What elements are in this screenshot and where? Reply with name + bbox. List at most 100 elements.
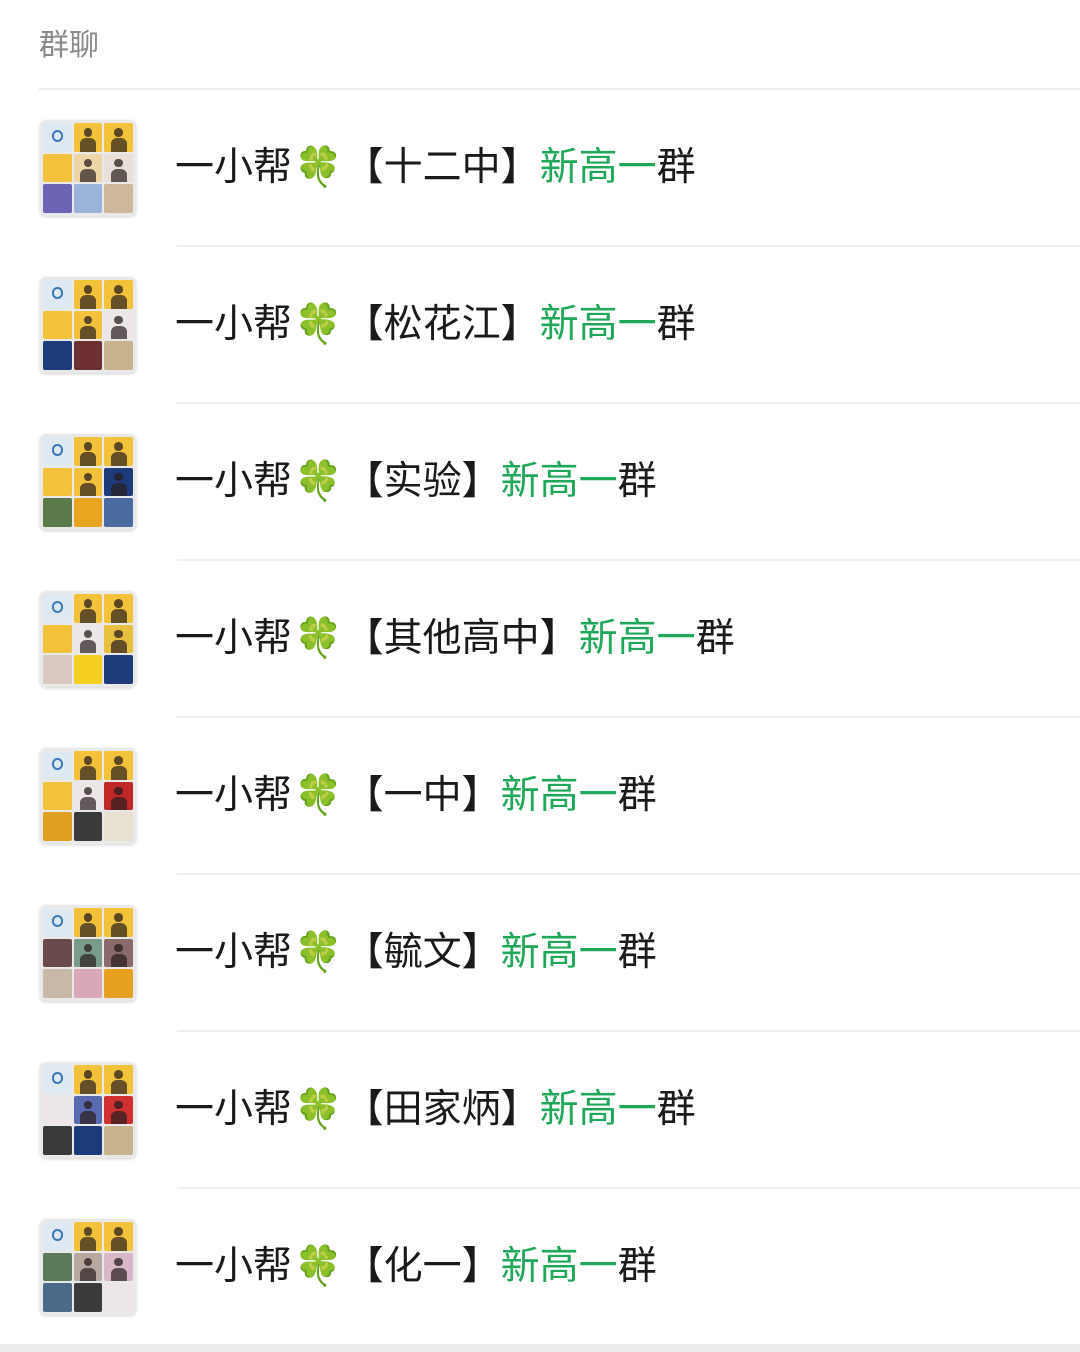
member-avatar — [104, 341, 133, 370]
clover-icon: 🍀 — [294, 1244, 343, 1289]
member-avatar — [73, 812, 103, 841]
member-avatar — [73, 123, 103, 152]
group-name: 一小帮🍀【十二中】新高一群 — [175, 143, 696, 193]
group-logo-icon — [43, 1222, 72, 1251]
member-avatar — [73, 153, 103, 183]
group-name-tail: 群 — [617, 1244, 657, 1289]
member-avatar — [104, 467, 133, 497]
member-avatar — [43, 467, 72, 497]
group-chat-item[interactable]: 一小帮🍀【毓文】新高一群 — [0, 875, 1080, 1032]
member-avatar — [43, 1252, 72, 1282]
member-avatar — [43, 812, 72, 841]
bottom-divider — [0, 1344, 1080, 1352]
member-avatar — [104, 310, 133, 340]
member-avatar — [73, 280, 103, 309]
group-name-prefix: 一小帮 — [175, 773, 293, 818]
group-name: 一小帮🍀【一中】新高一群 — [175, 771, 657, 821]
member-avatar — [104, 1065, 133, 1094]
chat-list-page: 群聊 一小帮🍀【十二中】新高一群 一小帮🍀【松花江】新高一群 一小帮🍀【实验】新高一… — [0, 0, 1080, 1352]
group-chat-item[interactable]: 一小帮🍀【十二中】新高一群 — [0, 90, 1080, 247]
member-avatar — [73, 908, 103, 937]
group-name-tail: 群 — [617, 459, 657, 504]
group-name-school: 【一中】 — [344, 773, 501, 818]
member-avatar — [43, 969, 72, 998]
group-name: 一小帮🍀【其他高中】新高一群 — [175, 614, 735, 664]
member-avatar — [104, 938, 133, 968]
member-avatar — [73, 1283, 103, 1312]
member-avatar — [73, 341, 103, 370]
member-avatar — [104, 498, 133, 527]
clover-icon: 🍀 — [294, 145, 343, 190]
member-avatar — [43, 184, 72, 213]
group-name-school: 【十二中】 — [344, 145, 540, 190]
group-chat-item[interactable]: 一小帮🍀【田家炳】新高一群 — [0, 1032, 1080, 1189]
group-avatar — [40, 591, 136, 687]
clover-icon: 🍀 — [294, 616, 343, 661]
member-avatar — [104, 153, 133, 183]
group-name-tail: 群 — [656, 302, 696, 347]
member-avatar — [43, 781, 72, 811]
group-chat-item[interactable]: 一小帮🍀【实验】新高一群 — [0, 404, 1080, 561]
member-avatar — [104, 1095, 133, 1125]
group-chat-item[interactable]: 一小帮🍀【松花江】新高一群 — [0, 247, 1080, 404]
group-chat-item[interactable]: 一小帮🍀【化一】新高一群 — [0, 1189, 1080, 1346]
member-avatar — [104, 1283, 133, 1312]
member-avatar — [73, 498, 103, 527]
group-logo-icon — [43, 1065, 72, 1094]
member-avatar — [104, 969, 133, 998]
group-name: 一小帮🍀【松花江】新高一群 — [175, 300, 696, 350]
member-avatar — [104, 437, 133, 466]
group-name-tail: 群 — [617, 930, 657, 975]
clover-icon: 🍀 — [294, 459, 343, 504]
section-header: 群聊 — [39, 0, 1080, 90]
group-name-school: 【实验】 — [344, 459, 501, 504]
member-avatar — [104, 1252, 133, 1282]
group-avatar — [40, 1219, 136, 1315]
group-name: 一小帮🍀【实验】新高一群 — [175, 457, 657, 507]
member-avatar — [73, 1126, 103, 1155]
member-avatar — [104, 781, 133, 811]
member-avatar — [73, 1095, 103, 1125]
clover-icon: 🍀 — [294, 302, 343, 347]
member-avatar — [104, 123, 133, 152]
member-avatar — [104, 184, 133, 213]
group-name-prefix: 一小帮 — [175, 145, 293, 190]
group-name-school: 【其他高中】 — [344, 616, 579, 661]
member-avatar — [73, 1252, 103, 1282]
member-avatar — [73, 1065, 103, 1094]
group-name-grade: 新高一 — [500, 930, 618, 975]
member-avatar — [43, 1095, 72, 1125]
member-avatar — [104, 812, 133, 841]
member-avatar — [104, 655, 133, 684]
group-logo-icon — [43, 123, 72, 152]
group-name: 一小帮🍀【田家炳】新高一群 — [175, 1085, 696, 1135]
group-name-tail: 群 — [656, 1087, 696, 1132]
group-name-prefix: 一小帮 — [175, 616, 293, 661]
member-avatar — [43, 310, 72, 340]
member-avatar — [43, 341, 72, 370]
member-avatar — [43, 938, 72, 968]
group-logo-icon — [43, 594, 72, 623]
group-name-tail: 群 — [656, 145, 696, 190]
group-name-prefix: 一小帮 — [175, 302, 293, 347]
member-avatar — [73, 437, 103, 466]
group-name-grade: 新高一 — [539, 302, 657, 347]
member-avatar — [43, 153, 72, 183]
group-name-grade: 新高一 — [539, 1087, 657, 1132]
group-name-school: 【松花江】 — [344, 302, 540, 347]
group-name: 一小帮🍀【化一】新高一群 — [175, 1242, 657, 1292]
group-avatar — [40, 277, 136, 373]
group-avatar — [40, 120, 136, 216]
member-avatar — [43, 1126, 72, 1155]
member-avatar — [73, 184, 103, 213]
member-avatar — [104, 594, 133, 623]
group-name-grade: 新高一 — [539, 145, 657, 190]
member-avatar — [73, 624, 103, 654]
member-avatar — [104, 1126, 133, 1155]
section-title: 群聊 — [39, 28, 99, 63]
group-chat-item[interactable]: 一小帮🍀【其他高中】新高一群 — [0, 561, 1080, 718]
group-avatar — [40, 748, 136, 844]
group-chat-item[interactable]: 一小帮🍀【一中】新高一群 — [0, 718, 1080, 875]
group-name-prefix: 一小帮 — [175, 459, 293, 504]
member-avatar — [73, 751, 103, 780]
